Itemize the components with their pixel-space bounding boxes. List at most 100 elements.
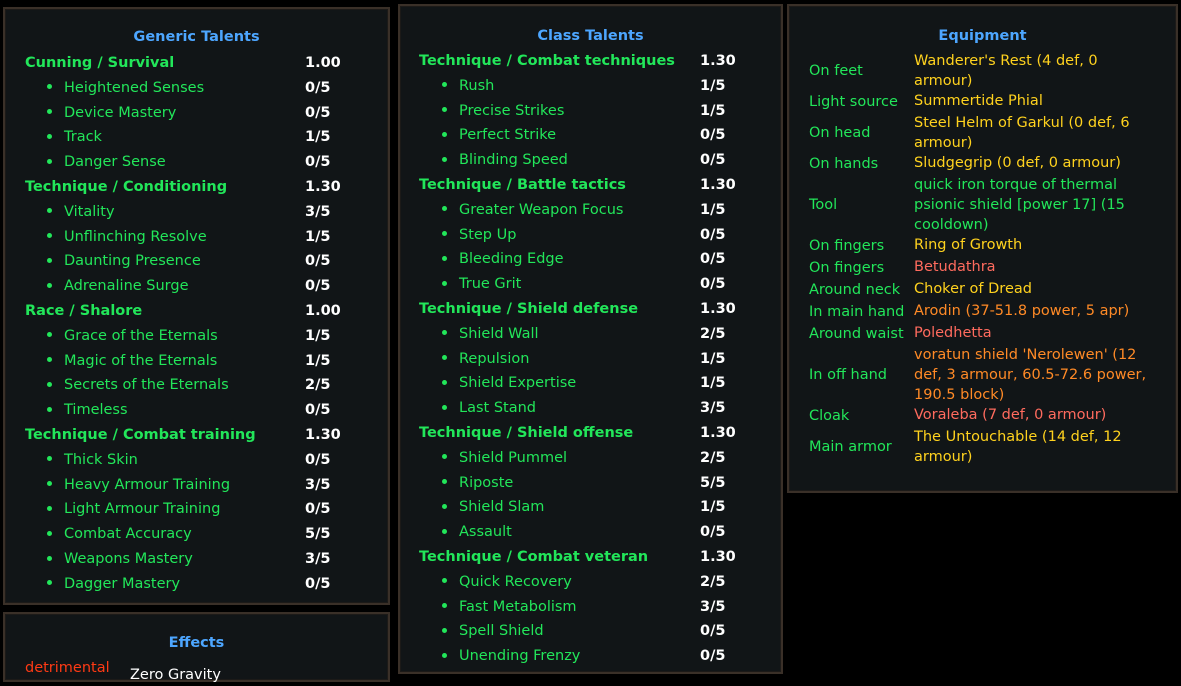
talent-category-name: Race / Shalore [25, 303, 143, 319]
class-talents-title: Class Talents [537, 28, 644, 44]
talent-name: Heightened Senses [64, 79, 205, 96]
talent-row[interactable]: Device Mastery 0/5 [47, 102, 345, 124]
equipment-item-line: quick iron torque of thermal [914, 177, 1118, 193]
talent-row[interactable]: Timeless 0/5 [47, 399, 345, 421]
equipment-item[interactable]: Wanderer's Rest (4 def, 0 armour) [914, 51, 1164, 91]
talent-row[interactable]: Shield Pummel 2/5 [442, 447, 740, 469]
talent-row[interactable]: Vitality 3/5 [47, 201, 345, 223]
generic-talents-title: Generic Talents [133, 29, 260, 45]
equipment-item[interactable]: Summertide Phial [914, 91, 1164, 111]
talent-category-row[interactable]: Technique / Combat techniques 1.30 [419, 50, 740, 72]
talent-name: Shield Wall [459, 325, 539, 342]
equipment-item[interactable]: Arodin (37-51.8 power, 5 apr) [914, 301, 1164, 321]
talent-row[interactable]: Riposte 5/5 [442, 472, 740, 494]
talent-row[interactable]: Shield Expertise 1/5 [442, 372, 740, 394]
equipment-item[interactable]: Betudathra [914, 257, 1164, 277]
talent-category-row[interactable]: Technique / Shield offense 1.30 [419, 422, 740, 444]
talent-name: Rush [459, 77, 495, 94]
talent-row[interactable]: Assault 0/5 [442, 521, 740, 543]
talent-row[interactable]: Grace of the Eternals 1/5 [47, 325, 345, 347]
bullet-icon [442, 107, 447, 113]
equipment-item[interactable]: Steel Helm of Garkul (0 def, 6 armour) [914, 113, 1164, 153]
talent-row[interactable]: Spell Shield 0/5 [442, 620, 740, 642]
talent-row[interactable]: Thick Skin 0/5 [47, 449, 345, 471]
bullet-icon [442, 255, 447, 261]
talent-row[interactable]: Fast Metabolism 3/5 [442, 596, 740, 618]
bullet-icon [47, 505, 52, 511]
talent-row[interactable]: Light Armour Training 0/5 [47, 498, 345, 520]
talent-row[interactable]: Perfect Strike 0/5 [442, 124, 740, 146]
talent-row[interactable]: Blinding Speed 0/5 [442, 149, 740, 171]
equipment-item[interactable]: quick iron torque of thermal psionic shie… [914, 175, 1164, 235]
talent-row[interactable]: Heavy Armour Training 3/5 [47, 474, 345, 496]
equipment-item[interactable]: voratun shield 'Nerolewen' (12 def, 3 arm… [914, 345, 1164, 405]
talent-row[interactable]: Unflinching Resolve 1/5 [47, 226, 345, 248]
equipment-slot-label: In main hand [809, 304, 905, 320]
talent-category-multiplier: 1.30 [700, 425, 736, 441]
talent-category-row[interactable]: Technique / Shield defense 1.30 [419, 298, 740, 320]
talent-rank: 0/5 [305, 402, 331, 419]
talent-row[interactable]: Adrenaline Surge 0/5 [47, 275, 345, 297]
talent-row[interactable]: Magic of the Eternals 1/5 [47, 350, 345, 372]
talent-row[interactable]: Precise Strikes 1/5 [442, 100, 740, 122]
equipment-item-line: Choker of Dread [914, 281, 1032, 297]
talent-row[interactable]: Danger Sense 0/5 [47, 151, 345, 173]
talent-name: Perfect Strike [459, 127, 557, 144]
talent-category-row[interactable]: Technique / Combat veteran 1.30 [419, 546, 740, 568]
talent-category-name: Technique / Combat veteran [419, 549, 649, 565]
equipment-item[interactable]: Sludgegrip (0 def, 0 armour) [914, 153, 1164, 173]
talent-row[interactable]: Dagger Mastery 0/5 [47, 573, 345, 595]
talent-name: Track [64, 129, 102, 146]
talent-row[interactable]: Shield Wall 2/5 [442, 323, 740, 345]
talent-rank: 1/5 [305, 228, 331, 245]
talent-row[interactable]: Heightened Senses 0/5 [47, 77, 345, 99]
equipment-item[interactable]: The Untouchable (14 def, 12 armour) [914, 427, 1164, 467]
talent-category-multiplier: 1.30 [305, 179, 341, 195]
talent-row[interactable]: Track 1/5 [47, 126, 345, 148]
talent-category-row[interactable]: Technique / Battle tactics 1.30 [419, 174, 740, 196]
equipment-item-line: def, 3 armour, 60.5-72.6 power, [914, 367, 1147, 383]
talent-row[interactable]: Weapons Mastery 3/5 [47, 548, 345, 570]
equipment-item[interactable]: Voraleba (7 def, 0 armour) [914, 405, 1164, 425]
talent-category-row[interactable]: Cunning / Survival 1.00 [25, 52, 345, 74]
talent-category-row[interactable]: Race / Shalore 1.00 [25, 300, 345, 322]
bullet-icon [442, 82, 447, 88]
talent-category-row[interactable]: Technique / Conditioning 1.30 [25, 176, 345, 198]
talent-row[interactable]: Step Up 0/5 [442, 224, 740, 246]
effects-panel: Effects detrimental Zero Gravity [3, 612, 390, 683]
talent-row[interactable]: Rush 1/5 [442, 75, 740, 97]
equipment-panel: Equipment On feet Wanderer's Rest (4 def,… [787, 4, 1178, 493]
talent-row[interactable]: Quick Recovery 2/5 [442, 571, 740, 593]
talent-name: Quick Recovery [459, 573, 572, 590]
equipment-slot-label: Main armor [809, 439, 892, 455]
equipment-slot-label: Tool [809, 197, 838, 213]
talent-row[interactable]: Unending Frenzy 0/5 [442, 645, 740, 667]
equipment-slot-label: On feet [809, 63, 863, 79]
talent-name: Last Stand [459, 400, 536, 417]
talent-name: Vitality [64, 203, 115, 220]
talent-category-multiplier: 1.30 [700, 301, 736, 317]
bullet-icon [47, 233, 52, 239]
talent-row[interactable]: Combat Accuracy 5/5 [47, 523, 345, 545]
talent-row[interactable]: Secrets of the Eternals 2/5 [47, 374, 345, 396]
talent-row[interactable]: Daunting Presence 0/5 [47, 250, 345, 272]
talent-name: Spell Shield [459, 623, 544, 640]
talent-row[interactable]: Repulsion 1/5 [442, 348, 740, 370]
effect-name[interactable]: Zero Gravity [130, 664, 221, 686]
talent-row[interactable]: True Grit 0/5 [442, 273, 740, 295]
equipment-item-line: Sludgegrip (0 def, 0 armour) [914, 155, 1121, 171]
talent-category-row[interactable]: Technique / Combat training 1.30 [25, 424, 345, 446]
talent-row[interactable]: Bleeding Edge 0/5 [442, 248, 740, 270]
equipment-item-line: The Untouchable (14 def, 12 [914, 429, 1122, 445]
bullet-icon [47, 456, 52, 462]
talent-row[interactable]: Greater Weapon Focus 1/5 [442, 199, 740, 221]
talent-rank: 0/5 [305, 79, 331, 96]
talent-rank: 0/5 [700, 226, 726, 243]
equipment-item[interactable]: Choker of Dread [914, 279, 1164, 299]
equipment-item[interactable]: Ring of Growth [914, 235, 1164, 255]
equipment-item[interactable]: Poledhetta [914, 323, 1164, 343]
bullet-icon [47, 282, 52, 288]
talent-row[interactable]: Last Stand 3/5 [442, 397, 740, 419]
talent-rank: 3/5 [305, 551, 331, 567]
talent-row[interactable]: Shield Slam 1/5 [442, 496, 740, 518]
